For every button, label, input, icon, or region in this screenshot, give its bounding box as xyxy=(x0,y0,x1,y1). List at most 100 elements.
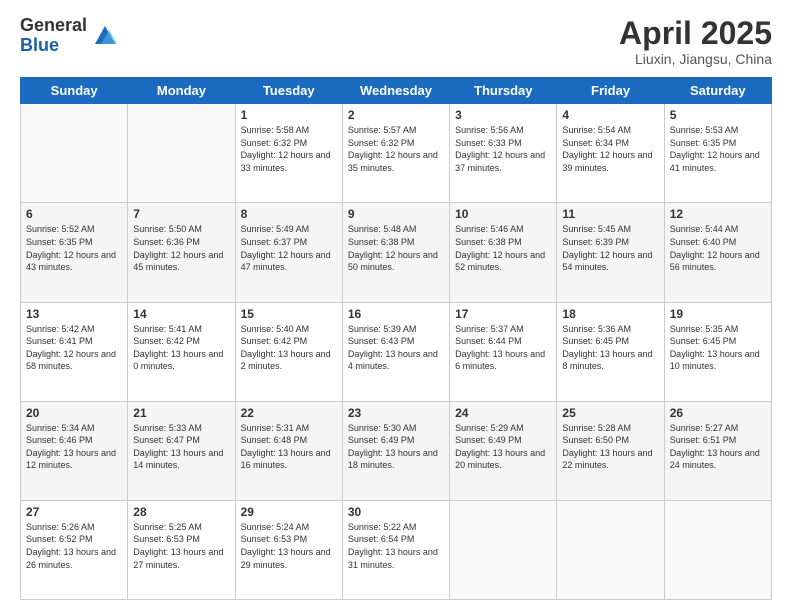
day-number: 2 xyxy=(348,108,444,122)
day-info: Sunrise: 5:34 AM Sunset: 6:46 PM Dayligh… xyxy=(26,422,122,472)
calendar-cell: 15 Sunrise: 5:40 AM Sunset: 6:42 PM Dayli… xyxy=(235,302,342,401)
calendar-cell: 7Sunrise: 5:50 AM Sunset: 6:36 PM Daylig… xyxy=(128,203,235,302)
day-info: Sunrise: 5:33 AM Sunset: 6:47 PM Dayligh… xyxy=(133,422,229,472)
calendar-cell: 19 Sunrise: 5:35 AM Sunset: 6:45 PM Dayli… xyxy=(664,302,771,401)
day-number: 4 xyxy=(562,108,658,122)
calendar-cell xyxy=(557,500,664,599)
calendar-cell: 25 Sunrise: 5:28 AM Sunset: 6:50 PM Dayli… xyxy=(557,401,664,500)
calendar-cell: 24 Sunrise: 5:29 AM Sunset: 6:49 PM Dayli… xyxy=(450,401,557,500)
weekday-friday: Friday xyxy=(557,78,664,104)
logo: General Blue xyxy=(20,16,119,56)
day-number: 6 xyxy=(26,207,122,221)
day-info: Sunrise: 5:29 AM Sunset: 6:49 PM Dayligh… xyxy=(455,422,551,472)
page: General Blue April 2025 Liuxin, Jiangsu,… xyxy=(0,0,792,612)
calendar-cell: 29 Sunrise: 5:24 AM Sunset: 6:53 PM Dayli… xyxy=(235,500,342,599)
day-info: Sunrise: 5:54 AM Sunset: 6:34 PM Dayligh… xyxy=(562,124,658,174)
weekday-monday: Monday xyxy=(128,78,235,104)
day-number: 17 xyxy=(455,307,551,321)
day-number: 18 xyxy=(562,307,658,321)
day-info: Sunrise: 5:39 AM Sunset: 6:43 PM Dayligh… xyxy=(348,323,444,373)
calendar-cell: 18Sunrise: 5:36 AM Sunset: 6:45 PM Dayli… xyxy=(557,302,664,401)
day-number: 22 xyxy=(241,406,337,420)
week-row-3: 13Sunrise: 5:42 AM Sunset: 6:41 PM Dayli… xyxy=(21,302,772,401)
calendar-cell: 5 Sunrise: 5:53 AM Sunset: 6:35 PM Daylig… xyxy=(664,104,771,203)
calendar-cell: 30 Sunrise: 5:22 AM Sunset: 6:54 PM Dayli… xyxy=(342,500,449,599)
day-info: Sunrise: 5:45 AM Sunset: 6:39 PM Dayligh… xyxy=(562,223,658,273)
day-number: 29 xyxy=(241,505,337,519)
weekday-thursday: Thursday xyxy=(450,78,557,104)
calendar-cell: 20 Sunrise: 5:34 AM Sunset: 6:46 PM Dayli… xyxy=(21,401,128,500)
calendar-cell: 4 Sunrise: 5:54 AM Sunset: 6:34 PM Daylig… xyxy=(557,104,664,203)
day-number: 13 xyxy=(26,307,122,321)
day-number: 7 xyxy=(133,207,229,221)
calendar-cell xyxy=(450,500,557,599)
day-info: Sunrise: 5:56 AM Sunset: 6:33 PM Dayligh… xyxy=(455,124,551,174)
day-number: 30 xyxy=(348,505,444,519)
calendar-cell xyxy=(21,104,128,203)
week-row-4: 20 Sunrise: 5:34 AM Sunset: 6:46 PM Dayli… xyxy=(21,401,772,500)
calendar-cell xyxy=(128,104,235,203)
calendar-cell: 2 Sunrise: 5:57 AM Sunset: 6:32 PM Daylig… xyxy=(342,104,449,203)
day-info: Sunrise: 5:27 AM Sunset: 6:51 PM Dayligh… xyxy=(670,422,766,472)
day-number: 5 xyxy=(670,108,766,122)
day-number: 8 xyxy=(241,207,337,221)
calendar-cell: 9 Sunrise: 5:48 AM Sunset: 6:38 PM Daylig… xyxy=(342,203,449,302)
day-number: 16 xyxy=(348,307,444,321)
weekday-wednesday: Wednesday xyxy=(342,78,449,104)
calendar-cell: 13Sunrise: 5:42 AM Sunset: 6:41 PM Dayli… xyxy=(21,302,128,401)
day-info: Sunrise: 5:24 AM Sunset: 6:53 PM Dayligh… xyxy=(241,521,337,571)
weekday-tuesday: Tuesday xyxy=(235,78,342,104)
week-row-5: 27Sunrise: 5:26 AM Sunset: 6:52 PM Dayli… xyxy=(21,500,772,599)
day-number: 19 xyxy=(670,307,766,321)
day-number: 20 xyxy=(26,406,122,420)
weekday-header-row: Sunday Monday Tuesday Wednesday Thursday… xyxy=(21,78,772,104)
day-info: Sunrise: 5:22 AM Sunset: 6:54 PM Dayligh… xyxy=(348,521,444,571)
weekday-sunday: Sunday xyxy=(21,78,128,104)
location: Liuxin, Jiangsu, China xyxy=(619,51,772,67)
day-info: Sunrise: 5:49 AM Sunset: 6:37 PM Dayligh… xyxy=(241,223,337,273)
day-info: Sunrise: 5:28 AM Sunset: 6:50 PM Dayligh… xyxy=(562,422,658,472)
title-section: April 2025 Liuxin, Jiangsu, China xyxy=(619,16,772,67)
day-number: 11 xyxy=(562,207,658,221)
calendar-cell xyxy=(664,500,771,599)
calendar-cell: 16 Sunrise: 5:39 AM Sunset: 6:43 PM Dayli… xyxy=(342,302,449,401)
calendar-cell: 1Sunrise: 5:58 AM Sunset: 6:32 PM Daylig… xyxy=(235,104,342,203)
day-number: 27 xyxy=(26,505,122,519)
logo-general: General xyxy=(20,16,87,36)
day-info: Sunrise: 5:35 AM Sunset: 6:45 PM Dayligh… xyxy=(670,323,766,373)
day-number: 1 xyxy=(241,108,337,122)
day-info: Sunrise: 5:44 AM Sunset: 6:40 PM Dayligh… xyxy=(670,223,766,273)
logo-blue: Blue xyxy=(20,36,87,56)
month-title: April 2025 xyxy=(619,16,772,51)
calendar-cell: 22 Sunrise: 5:31 AM Sunset: 6:48 PM Dayli… xyxy=(235,401,342,500)
day-info: Sunrise: 5:53 AM Sunset: 6:35 PM Dayligh… xyxy=(670,124,766,174)
day-number: 3 xyxy=(455,108,551,122)
week-row-2: 6Sunrise: 5:52 AM Sunset: 6:35 PM Daylig… xyxy=(21,203,772,302)
logo-icon xyxy=(91,22,119,50)
day-number: 26 xyxy=(670,406,766,420)
calendar-cell: 26 Sunrise: 5:27 AM Sunset: 6:51 PM Dayli… xyxy=(664,401,771,500)
day-number: 9 xyxy=(348,207,444,221)
calendar-cell: 6Sunrise: 5:52 AM Sunset: 6:35 PM Daylig… xyxy=(21,203,128,302)
day-number: 23 xyxy=(348,406,444,420)
day-number: 21 xyxy=(133,406,229,420)
calendar-cell: 8 Sunrise: 5:49 AM Sunset: 6:37 PM Daylig… xyxy=(235,203,342,302)
logo-text: General Blue xyxy=(20,16,87,56)
day-info: Sunrise: 5:41 AM Sunset: 6:42 PM Dayligh… xyxy=(133,323,229,373)
day-info: Sunrise: 5:57 AM Sunset: 6:32 PM Dayligh… xyxy=(348,124,444,174)
day-info: Sunrise: 5:40 AM Sunset: 6:42 PM Dayligh… xyxy=(241,323,337,373)
calendar-cell: 10Sunrise: 5:46 AM Sunset: 6:38 PM Dayli… xyxy=(450,203,557,302)
calendar-cell: 17Sunrise: 5:37 AM Sunset: 6:44 PM Dayli… xyxy=(450,302,557,401)
calendar-cell: 14Sunrise: 5:41 AM Sunset: 6:42 PM Dayli… xyxy=(128,302,235,401)
day-info: Sunrise: 5:31 AM Sunset: 6:48 PM Dayligh… xyxy=(241,422,337,472)
calendar-cell: 23Sunrise: 5:30 AM Sunset: 6:49 PM Dayli… xyxy=(342,401,449,500)
day-number: 24 xyxy=(455,406,551,420)
day-number: 10 xyxy=(455,207,551,221)
weekday-saturday: Saturday xyxy=(664,78,771,104)
day-info: Sunrise: 5:48 AM Sunset: 6:38 PM Dayligh… xyxy=(348,223,444,273)
day-number: 15 xyxy=(241,307,337,321)
day-number: 12 xyxy=(670,207,766,221)
day-number: 25 xyxy=(562,406,658,420)
calendar-cell: 28Sunrise: 5:25 AM Sunset: 6:53 PM Dayli… xyxy=(128,500,235,599)
calendar-cell: 27Sunrise: 5:26 AM Sunset: 6:52 PM Dayli… xyxy=(21,500,128,599)
